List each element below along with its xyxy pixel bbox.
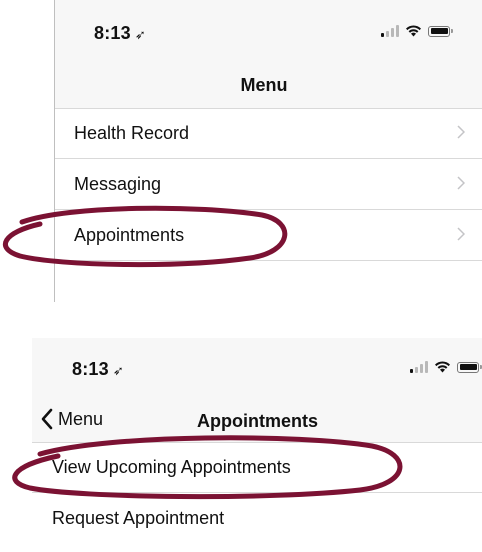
status-bar: 8:13 ➶ (55, 0, 482, 62)
nav-bar: Menu Appointments (32, 398, 482, 443)
menu-item-label: View Upcoming Appointments (52, 456, 291, 477)
wifi-icon (406, 25, 421, 37)
status-bar: 8:13 ➶ (32, 338, 482, 398)
appointments-list: View Upcoming Appointments Request Appoi… (32, 442, 482, 543)
status-icons (410, 361, 482, 373)
location-arrow-icon: ➶ (112, 363, 124, 378)
battery-icon (457, 361, 482, 373)
menu-list: Health Record Messaging Appointments (55, 108, 482, 261)
chevron-right-icon (457, 125, 465, 139)
location-arrow-icon: ➶ (134, 27, 146, 42)
menu-item-view-upcoming-appointments[interactable]: View Upcoming Appointments (32, 442, 482, 493)
chevron-right-icon (457, 176, 465, 190)
wifi-icon (435, 361, 450, 373)
menu-item-request-appointment[interactable]: Request Appointment (32, 493, 482, 543)
nav-bar: Menu (55, 62, 482, 109)
page-title: Appointments (197, 411, 318, 431)
signal-icon (410, 361, 428, 373)
menu-item-label: Messaging (74, 173, 162, 194)
menu-item-health-record[interactable]: Health Record (55, 108, 482, 159)
menu-item-label: Request Appointment (52, 507, 225, 528)
screenshot-menu: 8:13 ➶ Menu Health Record Messaging Appoi… (54, 0, 482, 302)
chevron-right-icon (457, 227, 465, 241)
menu-item-label: Health Record (74, 122, 190, 143)
status-time: 8:13 ➶ (94, 23, 146, 43)
signal-icon (381, 25, 399, 37)
menu-item-label: Appointments (74, 224, 185, 245)
status-icons (381, 25, 453, 37)
menu-item-appointments[interactable]: Appointments (55, 210, 482, 261)
screenshot-appointments: 8:13 ➶ Menu Appointments View Upcoming Ap… (32, 338, 482, 552)
status-time: 8:13 ➶ (72, 359, 124, 379)
menu-item-messaging[interactable]: Messaging (55, 159, 482, 210)
battery-icon (428, 25, 453, 37)
page-title: Menu (240, 75, 288, 95)
